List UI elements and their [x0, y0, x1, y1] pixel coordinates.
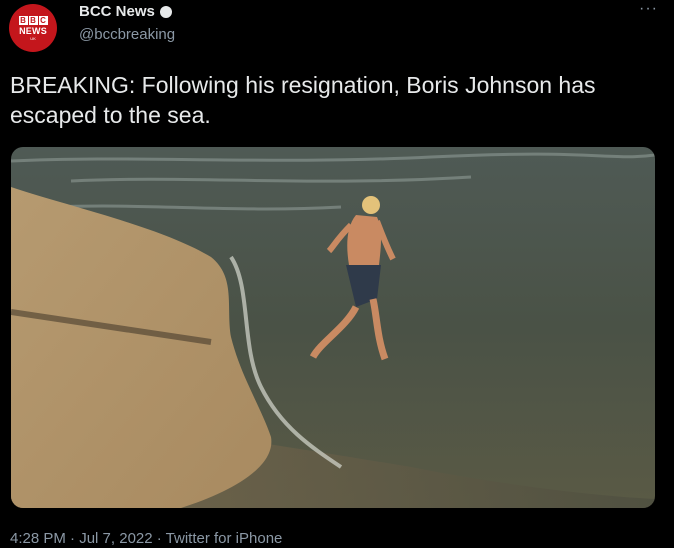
tweet-meta: 4:28 PM · Jul 7, 2022 · Twitter for iPho…: [10, 530, 282, 547]
logo-letter: C: [38, 15, 48, 25]
logo-sub: UK: [30, 35, 36, 41]
author-name-row[interactable]: BCC News: [79, 3, 172, 20]
avatar[interactable]: B B C NEWS UK: [9, 4, 57, 52]
logo-letter: B: [28, 15, 38, 25]
tweet-text: BREAKING: Following his resignation, Bor…: [10, 72, 596, 128]
display-name[interactable]: BCC News: [79, 3, 155, 20]
verified-badge-icon: [159, 5, 172, 18]
tweet-photo[interactable]: [11, 147, 655, 508]
beach-photo: [11, 147, 655, 508]
bbc-logo-blocks: B B C: [18, 15, 48, 25]
more-options-icon[interactable]: ···: [639, 0, 658, 18]
tweet-time[interactable]: 4:28 PM: [10, 530, 66, 547]
logo-letter: B: [18, 15, 28, 25]
tweet-source[interactable]: Twitter for iPhone: [166, 530, 283, 547]
tweet-date[interactable]: Jul 7, 2022: [79, 530, 152, 547]
tweet[interactable]: B B C NEWS UK BCC News @bccbreaking ··· …: [0, 0, 674, 548]
meta-separator: ·: [152, 530, 166, 547]
handle[interactable]: @bccbreaking: [79, 26, 175, 43]
meta-separator: ·: [65, 530, 80, 547]
logo-text: NEWS: [19, 25, 47, 36]
